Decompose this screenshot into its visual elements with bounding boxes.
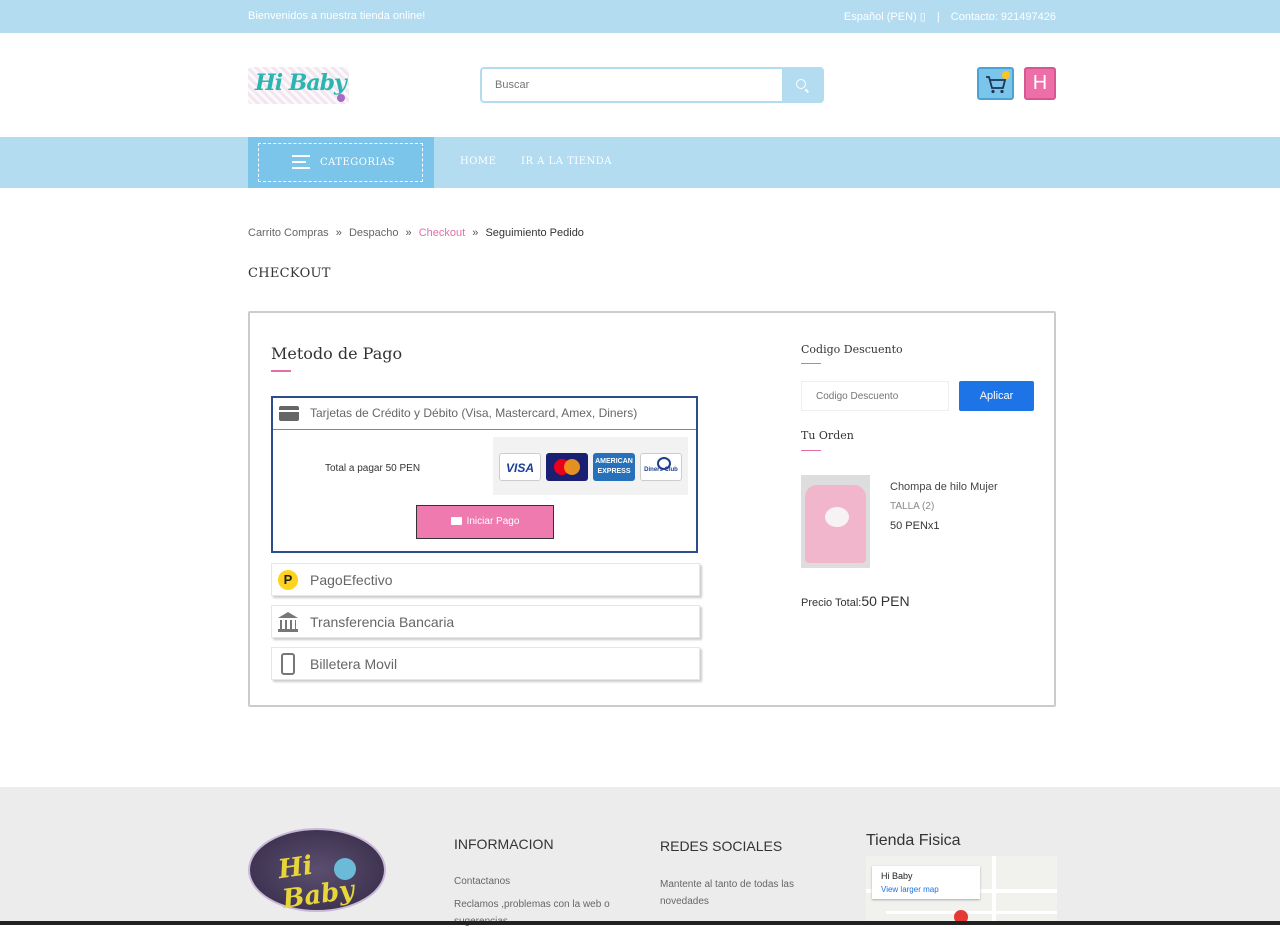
footer-logo-text: Hi Baby	[276, 850, 357, 915]
view-larger-map-link[interactable]: View larger map	[881, 885, 939, 894]
apply-discount-button[interactable]: Aplicar	[959, 381, 1034, 411]
quantity: x1	[927, 520, 940, 532]
method-label: PagoEfectivo	[310, 572, 393, 588]
categories-label: CATEGORIAS	[320, 157, 396, 168]
total-value: 50 PEN	[861, 593, 910, 609]
welcome-text: Bienvenidos a nuestra tienda online!	[248, 10, 426, 22]
method-bank-transfer[interactable]: Transferencia Bancaria	[271, 605, 700, 638]
search-input[interactable]	[482, 69, 782, 101]
title-underline	[271, 370, 291, 372]
categories-button-frame: CATEGORIAS	[258, 143, 423, 182]
order-total: Precio Total:50 PEN	[801, 593, 910, 609]
product-price: 50 PENx1	[890, 520, 940, 532]
breadcrumb-separator: »	[405, 227, 412, 239]
start-payment-label: Iniciar Pago	[466, 516, 520, 527]
top-bar: Bienvenidos a nuestra tienda online! Esp…	[0, 0, 1280, 33]
store-title: Tienda Fisica	[866, 832, 961, 849]
search-icon	[796, 79, 806, 89]
breadcrumb-checkout[interactable]: Checkout	[419, 227, 465, 239]
language-selector[interactable]: Español (PEN)	[844, 11, 917, 23]
nav-home[interactable]: HOME	[460, 156, 496, 167]
product-size: TALLA (2)	[890, 501, 935, 512]
breadcrumb-cart[interactable]: Carrito Compras	[248, 227, 329, 239]
order-title: Tu Orden	[801, 429, 854, 442]
baby-icon	[334, 858, 356, 880]
bank-icon	[278, 612, 298, 632]
card-payment-option[interactable]: Tarjetas de Crédito y Débito (Visa, Mast…	[271, 396, 698, 553]
price-value: 50 PEN	[890, 520, 928, 532]
method-pagoefectivo[interactable]: P PagoEfectivo	[271, 563, 700, 596]
contact-link[interactable]: Contactanos	[454, 873, 510, 890]
checkout-panel: Metodo de Pago Tarjetas de Crédito y Déb…	[248, 311, 1056, 707]
logo-text: Hi Baby	[255, 70, 347, 96]
categories-button[interactable]: CATEGORIAS	[248, 137, 434, 188]
breadcrumb: Carrito Compras » Despacho » Checkout » …	[248, 227, 584, 239]
sweater-print	[825, 507, 849, 527]
mastercard-logo	[546, 453, 588, 481]
map-place-name: Hi Baby	[881, 871, 913, 881]
user-account-button[interactable]: H	[1024, 67, 1056, 100]
breadcrumb-separator: »	[335, 227, 342, 239]
site-footer: Hi Baby INFORMACION Contactanos Reclamos…	[0, 787, 1280, 927]
social-text: Mantente al tanto de todas las novedades	[660, 879, 794, 907]
site-header: Hi Baby H	[0, 33, 1280, 137]
amex-logo: AMERICAN EXPRESS	[593, 453, 635, 481]
discount-code-input[interactable]	[801, 381, 949, 411]
site-logo[interactable]: Hi Baby	[248, 67, 349, 104]
cart-badge	[1002, 71, 1010, 79]
total-to-pay: Total a pagar 50 PEN	[325, 463, 421, 474]
globe-icon: ▯	[919, 11, 926, 23]
title-underline	[801, 450, 821, 451]
product-image[interactable]	[801, 475, 870, 568]
card-payment-label: Tarjetas de Crédito y Débito (Visa, Mast…	[310, 406, 638, 420]
product-name[interactable]: Chompa de hilo Mujer	[890, 481, 998, 493]
cart-button[interactable]	[977, 67, 1014, 100]
breadcrumb-tracking[interactable]: Seguimiento Pedido	[485, 227, 583, 239]
search-bar	[480, 67, 824, 103]
main-navbar: CATEGORIAS HOME IR A LA TIENDA	[0, 137, 1280, 188]
page-title: CHECKOUT	[248, 266, 331, 281]
visa-logo: VISA	[499, 453, 541, 481]
pagoefectivo-icon: P	[278, 570, 298, 590]
menu-icon	[292, 155, 310, 170]
credit-card-icon	[279, 406, 299, 421]
method-label: Transferencia Bancaria	[310, 614, 455, 630]
method-label: Billetera Movil	[310, 656, 398, 672]
info-title: INFORMACION	[454, 836, 554, 852]
start-payment-button[interactable]: Iniciar Pago	[416, 505, 554, 539]
breadcrumb-shipping[interactable]: Despacho	[349, 227, 399, 239]
nav-store[interactable]: IR A LA TIENDA	[521, 156, 612, 167]
search-button[interactable]	[782, 69, 822, 101]
card-icon	[450, 517, 462, 525]
store-map[interactable]: Hi Baby View larger map	[866, 856, 1057, 925]
bottom-border	[0, 921, 1280, 925]
payment-method-title: Metodo de Pago	[271, 344, 403, 363]
social-title: REDES SOCIALES	[660, 838, 783, 854]
divider: |	[936, 11, 940, 23]
total-label: Precio Total:	[801, 597, 862, 609]
title-underline	[801, 363, 821, 364]
top-bar-right: Español (PEN) ▯ | Contacto: 921497426	[844, 10, 1056, 23]
mobile-wallet-icon	[281, 653, 295, 675]
footer-logo[interactable]: Hi Baby	[248, 828, 386, 915]
method-mobile-wallet[interactable]: Billetera Movil	[271, 647, 700, 680]
contact-text: Contacto: 921497426	[950, 11, 1056, 23]
card-payment-header[interactable]: Tarjetas de Crédito y Débito (Visa, Mast…	[273, 398, 696, 430]
pacifier-icon	[337, 94, 345, 102]
discount-title: Codigo Descuento	[801, 343, 903, 356]
card-brands: VISA AMERICAN EXPRESS Diners Club	[493, 437, 688, 495]
breadcrumb-separator: »	[472, 227, 479, 239]
diners-logo: Diners Club	[640, 453, 682, 481]
map-info-card: Hi Baby View larger map	[872, 866, 980, 899]
